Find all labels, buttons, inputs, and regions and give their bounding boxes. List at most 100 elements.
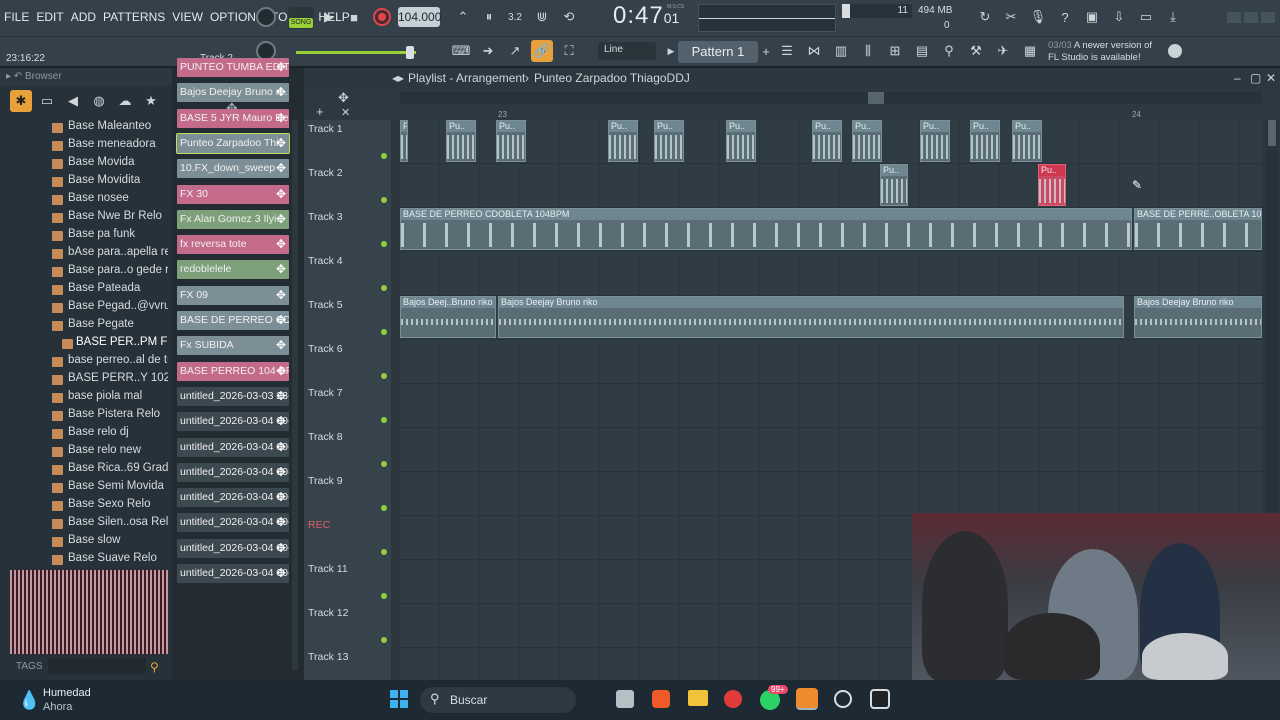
pattern-drag-icon[interactable]: ✥ [276,60,286,74]
clip-bajos-1[interactable]: Bajos Deej..Bruno riko [400,296,496,338]
browser-tree-icon[interactable]: ⊞ [884,40,906,62]
menu-edit[interactable]: EDIT [36,10,63,24]
clip-track2-b-selected[interactable]: Pu.. [1038,164,1066,206]
browser-item[interactable]: bAse para..apella relo [68,246,168,258]
track-mute-led[interactable] [381,461,387,467]
tags-search-input[interactable] [48,658,146,674]
track-mute-led[interactable] [381,153,387,159]
maximize-window-icon[interactable] [1244,12,1258,23]
clip-bajos-3[interactable]: Bajos Deejay Bruno riko [1134,296,1262,338]
app-red-icon[interactable] [724,690,742,708]
search-icon[interactable]: ⚲ [150,660,159,674]
browser-cloud-icon[interactable]: ☁ [114,90,136,112]
browser-item[interactable]: Base Pateada [68,282,168,294]
pattern-item[interactable]: untitled_2026-03-04 00-.. ✥ [177,538,289,558]
app-clock-icon[interactable] [834,690,852,708]
track-label[interactable]: Track 7 [308,387,343,399]
track-mute-led[interactable] [381,197,387,203]
playlist-close-icon[interactable]: ✕ [1266,71,1276,85]
pattern-item[interactable]: untitled_2026-03-04 00-.. ✥ [177,488,289,508]
brave-icon[interactable] [652,690,670,708]
track-label[interactable]: Track 12 [308,607,348,619]
browser-item[interactable]: Base Nwe Br Relo [68,210,168,222]
pattern-drag-icon[interactable]: ✥ [276,288,286,302]
countdown-icon[interactable]: 3.2 [504,6,526,28]
browser-item[interactable]: Base Silen..osa Relo Dj [68,516,168,528]
pattern-drag-icon[interactable]: ✥ [276,440,286,454]
browser-item[interactable]: Base Pegate [68,318,168,330]
clip-track1[interactable]: Pu.. [446,120,476,162]
remote-app-icon[interactable] [870,689,890,709]
horizontal-scrollbar[interactable] [400,92,1262,104]
pattern-drag-icon[interactable]: ✥ [276,465,286,479]
browser-options-icon[interactable]: ▸ ↶ [6,71,25,82]
pattern-drag-icon[interactable]: ✥ [276,262,286,276]
browser-item[interactable]: Base Sexo Relo [68,498,168,510]
mixer-sliders-icon[interactable]: ⫼ [857,40,879,62]
browser-item[interactable]: Base Rica..69 Grados [68,462,168,474]
pattern-item[interactable]: Punteo Zarpadoo Thi.. ✥ [176,132,290,154]
track-lane[interactable] [400,428,1262,472]
snap-selector[interactable]: Line [598,42,656,60]
browser-star-icon[interactable]: ★ [140,90,162,112]
browser-item[interactable]: Base para..o gede relo [68,264,168,276]
track-mute-led[interactable] [381,593,387,599]
pattern-item[interactable]: Fx Alan Gomez 3 Ilyi.. ✥ [177,209,289,229]
menu-patterns[interactable]: PATTERNS [103,10,165,24]
pattern-drag-icon[interactable]: ✥ [276,414,286,428]
track-label[interactable]: Track 2 [308,167,343,179]
pattern-item[interactable]: BASE 5 JYR Mauro De.. ✥ [177,108,289,128]
pattern-drag-icon[interactable]: ✥ [276,515,286,529]
pattern-song-toggle[interactable]: SONG [288,7,314,29]
menu-file[interactable]: FILE [4,10,29,24]
browser-item[interactable]: base piola mal [68,390,168,402]
pattern-item[interactable]: Bajos Deejay Bruno ri.. ✥ [177,83,289,103]
pattern-item[interactable]: Fx SUBIDA ✥ [177,336,289,356]
browser-all-icon[interactable]: ✱ [10,90,32,112]
pattern-drag-icon[interactable]: ✥ [276,313,286,327]
clip-track1[interactable]: Pu.. [1012,120,1042,162]
clip-track1[interactable]: Pu.. [852,120,882,162]
weather-icon[interactable]: 💧 [18,690,40,711]
playlist-add-icon[interactable]: + [316,104,324,119]
pattern-item[interactable]: 10.FX_down_sweep ✥ [177,159,289,179]
file-icon[interactable]: ▤ [911,40,933,62]
track-mute-led[interactable] [381,505,387,511]
task-view-icon[interactable] [616,690,634,708]
playlist-arrangement[interactable]: Punteo Zarpadoo ThiagoDDJ [534,71,690,85]
track-mute-led[interactable] [381,637,387,643]
browser-item[interactable]: BASE PER..PM FLAMA [76,336,168,348]
pattern-drag-icon[interactable]: ✥ [276,541,286,555]
track-lane[interactable] [400,384,1262,428]
undo-icon[interactable]: ↻ [974,6,996,28]
track-mute-led[interactable] [381,549,387,555]
browser-item[interactable]: Base meneadora [68,138,168,150]
track-label[interactable]: Track 3 [308,211,343,223]
clip-track1[interactable]: Pu.. [654,120,684,162]
chat-icon[interactable]: ▭ [1135,6,1157,28]
clip-track2-a[interactable]: Pu.. [880,164,908,206]
clip-track1[interactable]: Pu.. [496,120,526,162]
pattern-item[interactable]: BASE PERREO 104 BP.. ✥ [177,361,289,381]
browser-item[interactable]: Base Maleanteo [68,120,168,132]
plugin-icon[interactable]: ⚲ [938,40,960,62]
playlist-minimize-icon[interactable]: – [1234,71,1241,85]
browser-item[interactable]: base perreo..al de triki [68,354,168,366]
track-mute-led[interactable] [381,285,387,291]
pattern-item[interactable]: untitled_2026-03-03 23-.. ✥ [177,386,289,406]
pattern-item[interactable]: untitled_2026-03-04 00-.. ✥ [177,513,289,533]
clip-track1[interactable]: Pu.. [726,120,756,162]
playlist-menu-icon[interactable]: ◂▸ [392,71,404,85]
track-label[interactable]: Track 5 [308,299,343,311]
playlist-view-icon[interactable]: ☰ [776,40,798,62]
clip-base-perreo[interactable]: BASE DE PERREO CDOBLETA 104BPM [400,208,1132,250]
song-time-display[interactable]: 0:4701 M:S:CS [613,2,693,34]
update-notification[interactable]: 03/03 A newer version of FL Studio is av… [1048,40,1168,66]
pattern-item[interactable]: fx reversa tote ✥ [177,235,289,255]
track-mute-led[interactable] [381,241,387,247]
playlist-maximize-icon[interactable]: ▢ [1250,71,1261,85]
playlist-delete-icon[interactable]: ✕ [341,106,350,119]
pattern-drag-icon[interactable]: ✥ [276,389,286,403]
menu-view[interactable]: VIEW [172,10,203,24]
pattern-drag-icon[interactable]: ✥ [276,237,286,251]
